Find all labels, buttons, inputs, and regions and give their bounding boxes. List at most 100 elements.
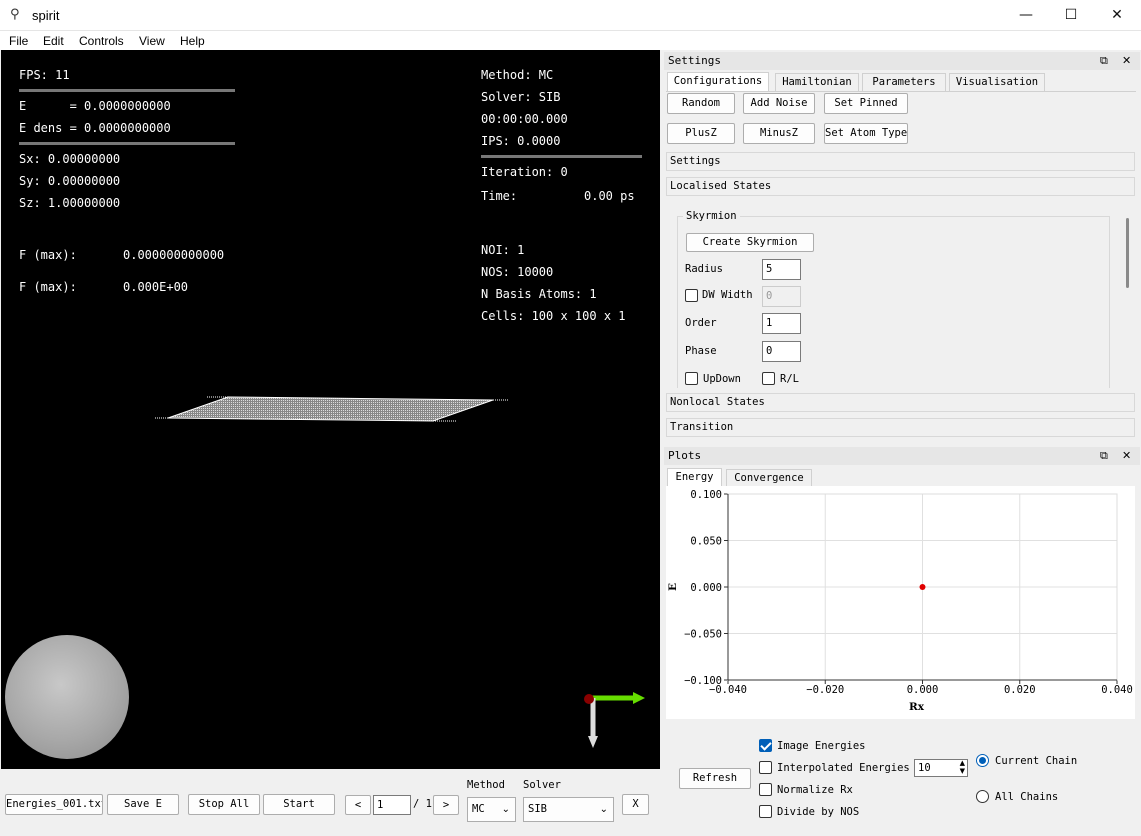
menu-file[interactable]: File xyxy=(9,34,28,48)
energy-readout: E = 0.0000000000 xyxy=(19,99,171,113)
tab-configurations[interactable]: Configurations xyxy=(667,72,769,91)
window-title: spirit xyxy=(32,8,60,23)
save-e-button[interactable]: Save E xyxy=(107,794,179,815)
tab-convergence[interactable]: Convergence xyxy=(726,469,812,487)
x-button[interactable]: X xyxy=(622,794,649,815)
section-transition[interactable]: Transition xyxy=(666,418,1135,437)
interpolated-energies-checkbox[interactable] xyxy=(759,761,772,774)
divider xyxy=(481,155,642,158)
all-chains-radio[interactable] xyxy=(976,790,989,803)
image-index-input[interactable]: 1 xyxy=(373,795,411,815)
fmax-label: F (max): xyxy=(19,248,77,262)
section-localised-states[interactable]: Localised States xyxy=(666,177,1135,196)
energies-file-button[interactable]: Energies_001.txt xyxy=(5,794,103,815)
stop-all-button[interactable]: Stop All xyxy=(188,794,260,815)
section-settings[interactable]: Settings xyxy=(666,152,1135,171)
image-energies-label: Image Energies xyxy=(777,740,866,752)
solver-readout: Solver: SIB xyxy=(481,90,561,104)
updown-label: UpDown xyxy=(703,373,741,385)
solver-select[interactable]: SIB ⌄ xyxy=(523,797,614,822)
y-tick-label: 0.000 xyxy=(690,582,722,594)
y-tick-label: −0.050 xyxy=(684,629,722,641)
sz-readout: Sz: 1.00000000 xyxy=(19,196,121,210)
menu-edit[interactable]: Edit xyxy=(43,34,64,48)
create-skyrmion-button[interactable]: Create Skyrmion xyxy=(686,233,814,252)
close-icon[interactable]: ✕ xyxy=(1122,52,1131,70)
y-tick-label: −0.100 xyxy=(684,675,722,687)
menu-help[interactable]: Help xyxy=(180,34,205,48)
dw-width-label: DW Width xyxy=(702,289,753,301)
prev-image-button[interactable]: < xyxy=(345,795,371,815)
energy-density-readout: E dens = 0.0000000000 xyxy=(19,121,171,135)
y-axis-label: E xyxy=(667,583,679,591)
close-button[interactable]: ✕ xyxy=(1094,0,1140,31)
sy-readout: Sy: 0.00000000 xyxy=(19,174,121,188)
scrollbar-thumb[interactable] xyxy=(1126,218,1129,288)
menu-view[interactable]: View xyxy=(139,34,165,48)
fmax-value: 0.000000000000 xyxy=(123,248,225,262)
divide-by-nos-label: Divide by NOS xyxy=(777,806,860,818)
chevron-down-icon: ⌄ xyxy=(501,804,510,815)
interpolation-count-spinbox[interactable]: 10 ▲ ▼ xyxy=(914,759,968,777)
rl-checkbox[interactable] xyxy=(762,372,775,385)
spin-arrows-icon[interactable]: ▲ ▼ xyxy=(960,759,965,775)
section-nonlocal-states[interactable]: Nonlocal States xyxy=(666,393,1135,412)
time-value: 0.00 ps xyxy=(584,189,635,203)
normalize-rx-checkbox[interactable] xyxy=(759,783,772,796)
minusz-button[interactable]: MinusZ xyxy=(743,123,815,144)
direction-sphere[interactable] xyxy=(5,635,129,759)
title-bar: ⚲ spirit — ☐ ✕ xyxy=(0,0,1141,31)
minimize-button[interactable]: — xyxy=(1003,0,1049,31)
dw-width-checkbox[interactable] xyxy=(685,289,698,302)
sx-readout: Sx: 0.00000000 xyxy=(19,152,121,166)
start-button[interactable]: Start xyxy=(263,794,335,815)
image-energies-checkbox[interactable] xyxy=(759,739,772,752)
refresh-button[interactable]: Refresh xyxy=(679,768,751,789)
next-image-button[interactable]: > xyxy=(433,795,459,815)
x-tick-label: −0.020 xyxy=(806,684,844,696)
close-icon[interactable]: ✕ xyxy=(1122,447,1131,465)
x-tick-label: 0.040 xyxy=(1101,684,1133,696)
plusz-button[interactable]: PlusZ xyxy=(667,123,735,144)
float-icon[interactable]: ⧉ xyxy=(1100,52,1108,70)
maximize-button[interactable]: ☐ xyxy=(1048,0,1094,31)
elapsed-time-readout: 00:00:00.000 xyxy=(481,112,568,126)
phase-label: Phase xyxy=(685,345,717,357)
data-point xyxy=(919,584,926,590)
set-atom-type-button[interactable]: Set Atom Type xyxy=(824,123,908,144)
settings-dock-title: Settings xyxy=(668,54,721,67)
energy-chart: −0.040 −0.020 0.000 0.020 0.0400.1000.0500.0… xyxy=(667,489,1133,713)
float-icon[interactable]: ⧉ xyxy=(1100,447,1108,465)
render-viewport[interactable]: FPS: 11 E = 0.0000000000 E dens = 0.0000… xyxy=(1,50,660,769)
divide-by-nos-checkbox[interactable] xyxy=(759,805,772,818)
method-select-value: MC xyxy=(472,803,485,815)
interpolation-count-value: 10 xyxy=(918,762,931,774)
random-button[interactable]: Random xyxy=(667,93,735,114)
radius-input[interactable]: 5 xyxy=(762,259,801,280)
interpolated-energies-label: Interpolated Energies xyxy=(777,762,910,774)
method-select[interactable]: MC ⌄ xyxy=(467,797,516,822)
cells-readout: Cells: 100 x 100 x 1 xyxy=(481,309,626,323)
x-tick-label: 0.000 xyxy=(907,684,939,696)
order-label: Order xyxy=(685,317,717,329)
dw-width-input[interactable]: 0 xyxy=(762,286,801,307)
set-pinned-button[interactable]: Set Pinned xyxy=(824,93,908,114)
order-input[interactable]: 1 xyxy=(762,313,801,334)
add-noise-button[interactable]: Add Noise xyxy=(743,93,815,114)
method-label: Method xyxy=(467,779,505,791)
fmax-value: 0.000E+00 xyxy=(123,280,189,294)
phase-input[interactable]: 0 xyxy=(762,341,801,362)
menu-bar: File Edit Controls View Help xyxy=(0,31,1141,50)
updown-checkbox[interactable] xyxy=(685,372,698,385)
current-chain-radio[interactable] xyxy=(976,754,989,767)
settings-dock-header: Settings ⧉ ✕ xyxy=(664,52,1140,70)
basis-atoms-readout: N Basis Atoms: 1 xyxy=(481,287,597,301)
iteration-readout: Iteration: 0 xyxy=(481,165,568,179)
tab-parameters[interactable]: Parameters xyxy=(862,73,946,91)
tab-energy[interactable]: Energy xyxy=(667,468,722,487)
menu-controls[interactable]: Controls xyxy=(79,34,124,48)
app-icon: ⚲ xyxy=(10,7,20,22)
noi-readout: NOI: 1 xyxy=(481,243,525,257)
tab-visualisation[interactable]: Visualisation xyxy=(949,73,1045,91)
tab-hamiltonian[interactable]: Hamiltonian xyxy=(775,73,859,91)
